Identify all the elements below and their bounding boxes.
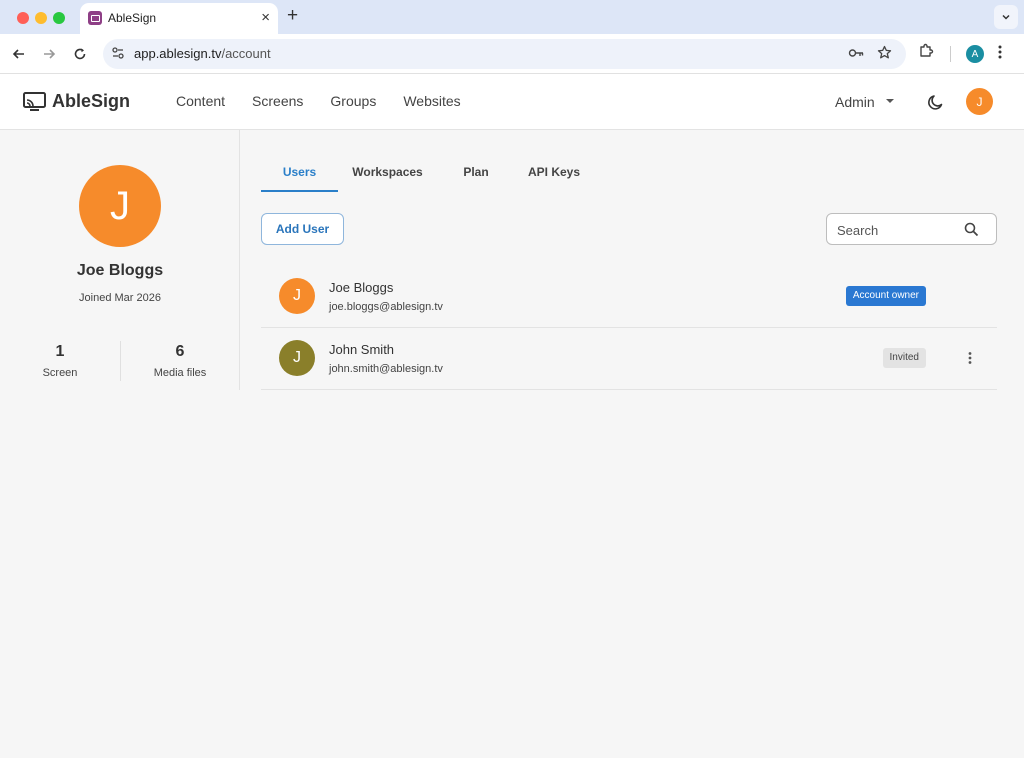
stat-media-files: 6 Media files: [120, 343, 240, 379]
nav-content[interactable]: Content: [176, 93, 225, 109]
browser-toolbar: app.ablesign.tv/account A: [0, 34, 1024, 74]
nav-groups[interactable]: Groups: [330, 93, 376, 109]
chevron-down-icon: [1002, 14, 1010, 20]
stat-screens: 1 Screen: [0, 343, 120, 379]
address-bar[interactable]: app.ablesign.tv/account: [103, 39, 906, 69]
user-name: Joe Bloggs: [329, 280, 394, 295]
site-info-icon[interactable]: [111, 46, 125, 65]
theme-toggle-button[interactable]: [927, 93, 945, 116]
maximize-window-button[interactable]: [53, 12, 65, 24]
user-avatar: J: [279, 340, 315, 376]
user-email: john.smith@ablesign.tv: [329, 363, 443, 375]
user-row[interactable]: J Joe Bloggs joe.bloggs@ablesign.tv Acco…: [261, 266, 997, 328]
stat-label: Media files: [153, 367, 207, 379]
brand-logo[interactable]: AbleSign: [23, 91, 130, 112]
browser-tab-title: AbleSign: [108, 11, 157, 25]
nav-screens[interactable]: Screens: [252, 93, 303, 109]
main-nav: Content Screens Groups Websites: [176, 93, 461, 109]
new-tab-button[interactable]: +: [287, 6, 298, 26]
close-window-button[interactable]: [17, 12, 29, 24]
moon-icon: [928, 95, 943, 110]
profile-panel: J Joe Bloggs Joined Mar 2026 1 Screen 6 …: [0, 130, 240, 390]
arrow-left-icon: [12, 49, 24, 59]
arrow-right-icon: [44, 49, 56, 59]
minimize-window-button[interactable]: [35, 12, 47, 24]
account-owner-badge: Account owner: [845, 286, 926, 306]
tab-search-button[interactable]: [994, 5, 1018, 29]
add-user-button[interactable]: Add User: [261, 213, 344, 245]
browser-tab[interactable]: AbleSign ×: [80, 3, 278, 34]
user-avatar: J: [279, 278, 315, 314]
ablesign-favicon-icon: [88, 11, 102, 25]
user-row[interactable]: J John Smith john.smith@ablesign.tv Invi…: [261, 328, 997, 390]
user-avatar-button[interactable]: J: [966, 88, 993, 115]
bookmark-star-icon[interactable]: [877, 45, 892, 65]
reload-button[interactable]: [70, 44, 90, 64]
url-path: /account: [221, 46, 271, 61]
more-vert-icon[interactable]: [968, 351, 972, 370]
back-button[interactable]: [9, 44, 29, 64]
app-header: AbleSign Content Screens Groups Websites…: [0, 74, 1024, 130]
user-email: joe.bloggs@ablesign.tv: [329, 301, 443, 313]
tab-api-keys[interactable]: API Keys: [519, 152, 589, 192]
browser-menu-icon[interactable]: [998, 44, 1002, 65]
screen-cast-icon: [23, 92, 46, 111]
nav-websites[interactable]: Websites: [403, 93, 460, 109]
toolbar-divider: [950, 46, 951, 62]
stat-value: 1: [55, 343, 65, 360]
invited-badge: Invited: [882, 348, 926, 368]
forward-button[interactable]: [39, 44, 59, 64]
stat-value: 6: [175, 343, 185, 360]
search-input[interactable]: [837, 221, 957, 239]
stat-label: Screen: [42, 367, 78, 379]
user-name: John Smith: [329, 342, 395, 357]
profile-joined-date: Joined Mar 2026: [79, 292, 161, 304]
admin-menu[interactable]: Admin: [835, 94, 875, 110]
browser-tab-strip: AbleSign × +: [0, 0, 1024, 34]
reload-icon: [74, 48, 86, 60]
search-box: [826, 213, 997, 245]
tab-plan[interactable]: Plan: [453, 152, 499, 192]
url-text: app.ablesign.tv/account: [134, 46, 271, 61]
password-key-icon[interactable]: [848, 46, 864, 65]
profile-name: Joe Bloggs: [76, 262, 164, 279]
url-host: app.ablesign.tv: [134, 46, 222, 61]
profile-avatar: J: [79, 165, 161, 247]
extensions-puzzle-icon[interactable]: [918, 43, 934, 64]
caret-down-icon[interactable]: [886, 99, 894, 103]
tab-users[interactable]: Users: [261, 152, 338, 192]
brand-name: AbleSign: [52, 91, 131, 111]
tab-close-icon[interactable]: ×: [261, 9, 270, 27]
browser-profile-avatar[interactable]: A: [966, 45, 984, 63]
search-icon[interactable]: [964, 222, 979, 242]
tab-workspaces[interactable]: Workspaces: [345, 152, 430, 192]
